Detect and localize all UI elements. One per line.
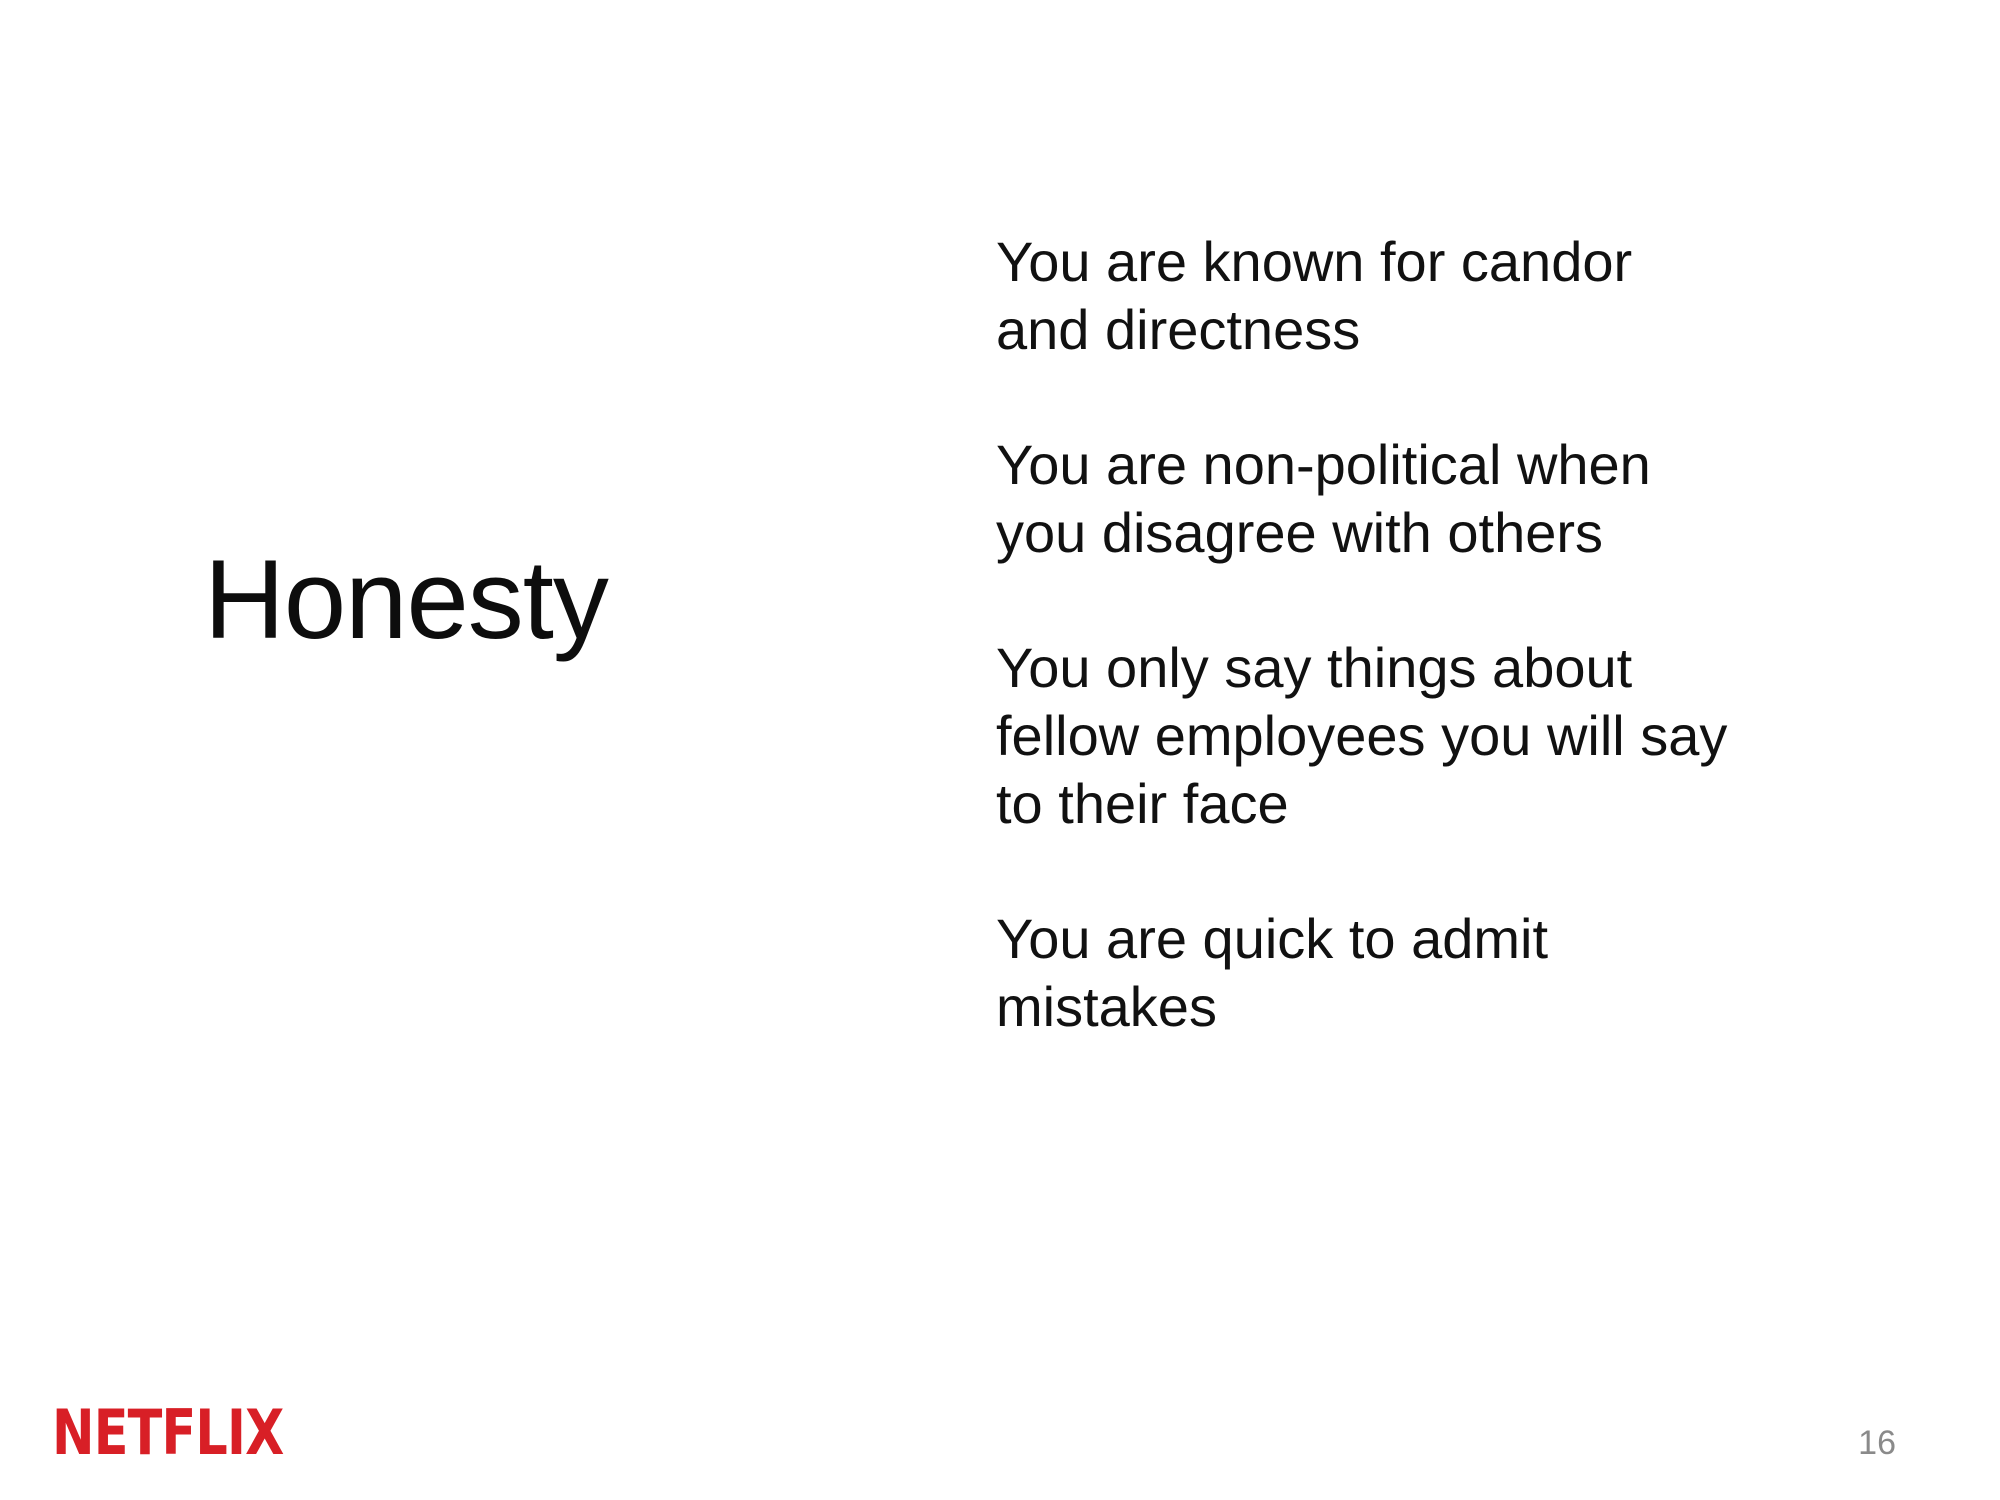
- netflix-logo-text: NETFLIX: [52, 1395, 284, 1469]
- honesty-points-list: You are known for candor and directness …: [996, 228, 1856, 1108]
- slide-title: Honesty: [204, 537, 609, 662]
- point-say-to-their-face: You only say things about fellow employe…: [996, 636, 1728, 835]
- netflix-logo: NETFLIX: [52, 1392, 334, 1472]
- point-candor-directness: You are known for candor and directness: [996, 230, 1633, 361]
- page-number: 16: [1858, 1424, 1896, 1462]
- point-non-political: You are non-political when you disagree …: [996, 433, 1651, 564]
- slide: Honesty You are known for candor and dir…: [0, 0, 2000, 1500]
- point-admit-mistakes: You are quick to admit mistakes: [996, 907, 1549, 1038]
